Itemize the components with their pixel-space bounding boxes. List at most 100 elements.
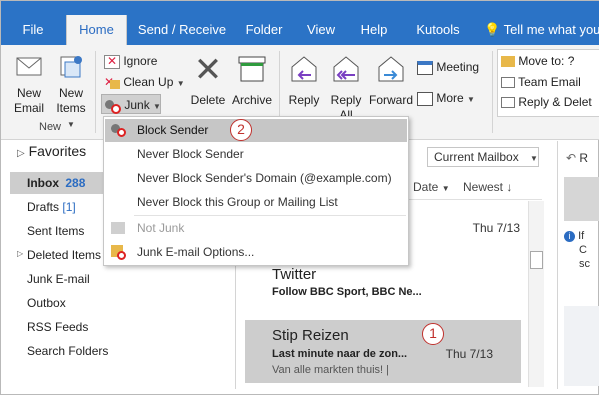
message-item-selected[interactable]: Stip Reizen Last minute naar de zon... V… [245,320,521,383]
folder-deleted-items[interactable]: ▷ Deleted Items [17,248,101,262]
ignore-icon: ✕ [104,54,120,69]
folder-label: Inbox [27,176,59,190]
ribbon-separator [95,51,96,133]
sort-by-label: Date [413,180,439,194]
folder-outbox[interactable]: Outbox [27,296,66,310]
menu-item-never-block-group[interactable]: Never Block this Group or Mailing List [105,191,407,214]
meeting-button[interactable]: Meeting [417,57,479,77]
search-scope-label: Current Mailbox [434,150,519,164]
scrollbar-thumb[interactable] [530,251,543,269]
junk-options-icon [111,245,127,260]
menu-item-never-block-domain[interactable]: Never Block Sender's Domain (@example.co… [105,167,407,190]
junk-label: Junk [124,98,150,112]
tab-view[interactable]: View [301,15,341,45]
tab-kutools[interactable]: Kutools [411,15,465,45]
quick-step-reply-delete[interactable]: Reply & Delet [501,92,592,112]
info-icon: i [564,231,575,242]
callout-badge-2: 2 [230,119,252,141]
search-scope-dropdown[interactable]: Current Mailbox ▼ [427,147,539,167]
sort-order-button[interactable]: Newest ↓ [463,180,512,194]
tab-file[interactable]: File [13,15,53,45]
archive-button[interactable]: Archive [229,53,275,108]
tell-me-label: Tell me what you [503,22,599,37]
sort-by-button[interactable]: Date ▼ [413,180,450,194]
group-label-new: New [39,121,62,133]
not-junk-icon [111,222,125,234]
junk-button[interactable]: Junk ▼ [101,94,161,114]
favorites-header[interactable]: ▷ Favorites [17,143,86,159]
reply-all-label-1: Reply [330,93,362,107]
block-sender-icon [111,123,127,137]
message-list-scrollbar[interactable] [528,201,544,387]
folder-drafts[interactable]: Drafts [1] [27,200,76,214]
reply-all-icon [333,56,359,82]
message-item[interactable]: Twitter Follow BBC Sport, BBC Ne... [245,259,520,319]
tell-me-search[interactable]: 💡 Tell me what you [484,15,599,45]
junk-dropdown-menu: Block Sender Never Block Sender Never Bl… [103,116,409,266]
reading-header: ↶ R [566,151,588,165]
message-sender: Twitter [272,266,317,283]
menu-item-block-sender[interactable]: Block Sender [105,119,407,142]
ribbon-tab-bar: File Home Send / Receive Folder View Hel… [1,1,599,46]
folder-search-folders[interactable]: Search Folders [27,344,108,358]
folder-inbox[interactable]: Inbox 288 [27,176,85,190]
delete-button[interactable]: ✕ Delete [187,53,229,108]
message-sender: Stip Reizen [272,327,349,344]
new-email-button[interactable]: New Email [9,55,49,116]
forward-label: Forward [368,93,413,107]
arrow-down-icon: ↓ [506,180,513,194]
ignore-button[interactable]: ✕ Ignore [104,51,157,71]
chevron-down-icon: ▼ [530,154,538,163]
more-icon [417,91,433,106]
clean-up-button[interactable]: ✕ Clean Up ▼ [104,72,185,92]
more-respond-button[interactable]: More ▼ [417,88,475,108]
tab-send-receive[interactable]: Send / Receive [137,15,227,45]
reading-pane: ↶ R i If C sc [557,141,599,389]
junk-icon [105,99,121,114]
chevron-down-icon: ▼ [467,95,475,104]
reply-delete-icon [501,97,515,109]
new-items-label-2: Items [56,101,86,115]
unread-count: 288 [65,176,86,190]
tab-help[interactable]: Help [355,15,393,45]
menu-label: Block Sender [137,123,209,137]
sort-order-label: Newest [463,180,504,194]
menu-label: Junk E-mail Options... [137,245,255,259]
folder-rss-feeds[interactable]: RSS Feeds [27,320,88,334]
new-email-label-2: Email [13,101,44,115]
forward-button[interactable]: Forward [367,53,415,108]
quick-step-move-to[interactable]: Move to: ? [501,51,574,71]
tab-home[interactable]: Home [66,15,127,46]
chevron-down-icon: ▼ [176,79,185,88]
chevron-right-icon: ▷ [17,148,25,159]
message-preview: Van alle markten thuis! | [272,364,389,376]
callout-badge-1: 1 [422,323,444,345]
move-to-label: Move to: ? [518,54,575,68]
quick-step-team-email[interactable]: Team Email [501,72,581,92]
clean-up-icon: ✕ [104,75,120,90]
chevron-down-icon: ▼ [153,102,161,111]
archive-icon [238,56,266,82]
new-email-label-1: New [16,86,41,100]
message-subject: Last minute naar de zon... [272,348,408,360]
folder-junk-email[interactable]: Junk E-mail [27,272,90,286]
reply-delete-label: Reply & Delet [518,95,592,109]
delete-label: Delete [190,93,226,107]
archive-label: Archive [231,93,272,107]
info-line-3: sc [579,258,590,270]
reply-all-button[interactable]: Reply All [325,53,367,123]
menu-item-never-block-sender[interactable]: Never Block Sender [105,143,407,166]
meeting-icon [417,60,433,75]
draft-count: [1] [62,200,76,214]
team-email-icon [501,77,515,89]
envelope-icon [16,57,42,76]
folder-sent-items[interactable]: Sent Items [27,224,84,238]
more-label: More [436,91,464,105]
reply-button[interactable]: Reply [285,53,323,108]
menu-item-not-junk: Not Junk [105,217,407,240]
meeting-label: Meeting [436,60,480,74]
outlook-window: File Home Send / Receive Folder View Hel… [0,0,599,395]
tab-folder[interactable]: Folder [239,15,289,45]
menu-item-junk-options[interactable]: Junk E-mail Options... [105,241,407,264]
new-items-icon [60,56,82,78]
